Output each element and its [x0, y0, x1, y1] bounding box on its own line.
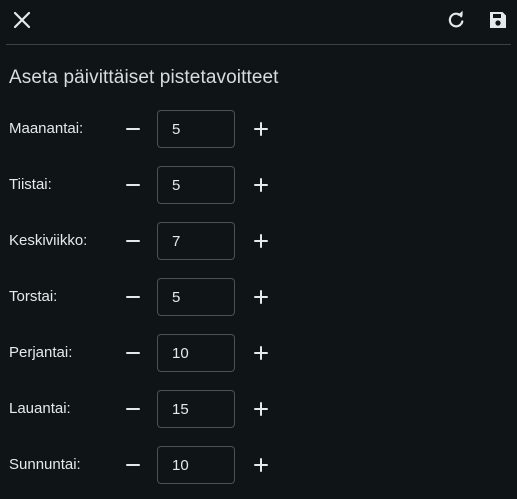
minus-icon	[126, 296, 140, 298]
minus-icon	[126, 464, 140, 466]
decrement-button[interactable]	[120, 226, 146, 256]
decrement-button[interactable]	[120, 114, 146, 144]
decrement-button[interactable]	[120, 282, 146, 312]
reset-button[interactable]	[442, 6, 470, 34]
save-button[interactable]	[484, 6, 512, 34]
goal-value-field[interactable]: 15	[157, 390, 235, 428]
increment-button[interactable]	[248, 338, 274, 368]
toolbar	[0, 0, 517, 45]
day-label: Keskiviikko:	[9, 232, 88, 249]
close-icon	[13, 11, 31, 29]
plus-icon	[254, 290, 268, 304]
plus-icon	[254, 178, 268, 192]
goal-value: 5	[172, 177, 181, 194]
goal-value: 5	[172, 121, 181, 138]
plus-icon	[254, 458, 268, 472]
day-goal-row: Maanantai: 5	[0, 102, 517, 158]
plus-icon	[254, 234, 268, 248]
minus-icon	[126, 128, 140, 130]
day-goal-row: Tiistai: 5	[0, 158, 517, 214]
goal-value-field[interactable]: 5	[157, 110, 235, 148]
minus-icon	[126, 352, 140, 354]
goal-value-field[interactable]: 5	[157, 166, 235, 204]
decrement-button[interactable]	[120, 394, 146, 424]
day-label: Sunnuntai:	[9, 456, 81, 473]
minus-icon	[126, 408, 140, 410]
goal-value-field[interactable]: 7	[157, 222, 235, 260]
day-label: Tiistai:	[9, 176, 52, 193]
increment-button[interactable]	[248, 226, 274, 256]
save-icon	[490, 12, 506, 28]
close-button[interactable]	[8, 6, 36, 34]
goal-value-field[interactable]: 5	[157, 278, 235, 316]
minus-icon	[126, 184, 140, 186]
increment-button[interactable]	[248, 450, 274, 480]
goal-value: 5	[172, 289, 181, 306]
minus-icon	[126, 240, 140, 242]
day-goal-list: Maanantai: 5 Tiistai: 5 Keskiviikko: 7 Torstai…	[0, 102, 517, 494]
day-label: Torstai:	[9, 288, 58, 305]
day-label: Perjantai:	[9, 344, 73, 361]
goal-value-field[interactable]: 10	[157, 334, 235, 372]
increment-button[interactable]	[248, 282, 274, 312]
page-title: Aseta päivittäiset pistetavoitteet	[9, 67, 279, 88]
day-label: Lauantai:	[9, 400, 71, 417]
goal-value: 10	[172, 345, 189, 362]
day-goal-row: Sunnuntai: 10	[0, 438, 517, 494]
day-goal-row: Keskiviikko: 7	[0, 214, 517, 270]
plus-icon	[254, 346, 268, 360]
refresh-icon	[448, 10, 464, 28]
day-goal-row: Torstai: 5	[0, 270, 517, 326]
header-divider	[6, 44, 511, 45]
daily-goals-panel: Aseta päivittäiset pistetavoitteet Maana…	[0, 0, 517, 499]
day-goal-row: Perjantai: 10	[0, 326, 517, 382]
day-label: Maanantai:	[9, 120, 84, 137]
decrement-button[interactable]	[120, 450, 146, 480]
decrement-button[interactable]	[120, 170, 146, 200]
day-goal-row: Lauantai: 15	[0, 382, 517, 438]
plus-icon	[254, 122, 268, 136]
increment-button[interactable]	[248, 394, 274, 424]
goal-value: 15	[172, 401, 189, 418]
goal-value-field[interactable]: 10	[157, 446, 235, 484]
increment-button[interactable]	[248, 114, 274, 144]
goal-value: 7	[172, 233, 181, 250]
decrement-button[interactable]	[120, 338, 146, 368]
goal-value: 10	[172, 457, 189, 474]
plus-icon	[254, 402, 268, 416]
increment-button[interactable]	[248, 170, 274, 200]
